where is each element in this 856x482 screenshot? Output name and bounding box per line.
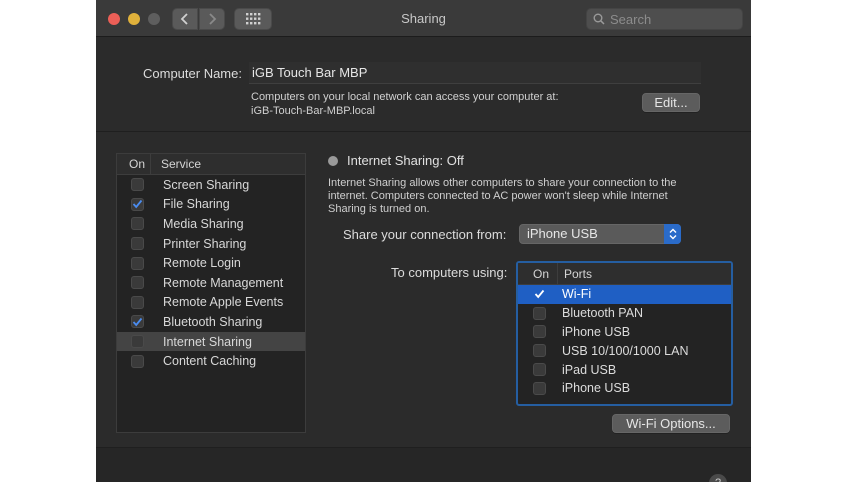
service-checkbox[interactable]: [131, 276, 144, 290]
service-row[interactable]: Screen Sharing: [117, 175, 305, 195]
service-label: Bluetooth Sharing: [163, 314, 263, 329]
internet-sharing-status: Internet Sharing: Off: [347, 153, 464, 168]
service-checkbox[interactable]: [131, 237, 144, 251]
checkmark-icon: [534, 290, 545, 299]
edit-button[interactable]: Edit...: [642, 93, 700, 112]
service-label: Screen Sharing: [163, 177, 250, 192]
search-icon: [593, 13, 605, 25]
service-checkbox[interactable]: [131, 295, 144, 309]
service-label: Media Sharing: [163, 216, 244, 231]
service-checkbox[interactable]: [131, 256, 144, 270]
port-label: iPad USB: [562, 362, 617, 377]
column-header-ports[interactable]: Ports: [558, 263, 592, 284]
port-checkbox[interactable]: [533, 325, 546, 339]
service-label: File Sharing: [163, 197, 230, 212]
service-row[interactable]: Media Sharing: [117, 214, 305, 234]
port-checkbox[interactable]: [533, 381, 546, 395]
service-label: Remote Login: [163, 256, 241, 271]
ports-list-header: On Ports: [518, 263, 731, 285]
service-list: On Service Screen Sharing File Sharing Med…: [116, 153, 306, 433]
status-indicator-icon: [328, 156, 338, 166]
description-line2: internet. Computers connected to AC powe…: [328, 190, 668, 202]
updown-arrows-icon: [664, 224, 681, 244]
service-row[interactable]: Bluetooth Sharing: [117, 312, 305, 332]
port-rows: Wi-Fi Bluetooth PAN iPhone USB USB 10/100/1…: [518, 285, 731, 398]
service-label: Remote Management: [163, 275, 284, 290]
service-checkbox[interactable]: [131, 197, 144, 211]
service-checkbox[interactable]: [131, 354, 144, 368]
port-row[interactable]: Wi-Fi: [518, 285, 731, 304]
port-row[interactable]: Bluetooth PAN: [518, 304, 731, 323]
service-row[interactable]: Printer Sharing: [117, 234, 305, 254]
description-line1: Internet Sharing allows other computers …: [328, 177, 677, 189]
network-address-note-line1: Computers on your local network can acce…: [251, 91, 559, 103]
service-row[interactable]: Remote Apple Events: [117, 293, 305, 313]
service-checkbox[interactable]: [131, 178, 144, 192]
preferences-window: Sharing Computer Name: Computers on your…: [96, 0, 751, 482]
service-rows: Screen Sharing File Sharing Media Sharing P…: [117, 175, 305, 371]
checkmark-icon: [132, 200, 143, 209]
port-row[interactable]: iPad USB: [518, 360, 731, 379]
column-header-on[interactable]: On: [117, 154, 151, 174]
share-from-popup[interactable]: iPhone USB: [519, 224, 681, 244]
service-checkbox[interactable]: [131, 217, 144, 231]
network-address-note: Computers on your local network can acce…: [251, 90, 559, 118]
service-row[interactable]: Internet Sharing: [117, 331, 305, 352]
port-row[interactable]: iPhone USB: [518, 323, 731, 342]
bottom-bar: [96, 448, 751, 482]
port-checkbox[interactable]: [533, 344, 546, 358]
port-label: USB 10/100/1000 LAN: [562, 343, 689, 358]
column-header-service[interactable]: Service: [151, 154, 201, 174]
local-hostname: iGB-Touch-Bar-MBP.local: [251, 105, 375, 117]
service-row[interactable]: Remote Login: [117, 253, 305, 273]
description-line3: Sharing is turned on.: [328, 203, 430, 215]
share-from-label: Share your connection from:: [343, 227, 507, 242]
port-checkbox[interactable]: [533, 287, 546, 301]
checkmark-icon: [132, 317, 143, 327]
service-label: Internet Sharing: [163, 334, 252, 349]
service-label: Printer Sharing: [163, 236, 247, 251]
service-row[interactable]: Remote Management: [117, 273, 305, 293]
service-list-header: On Service: [117, 154, 305, 175]
port-row[interactable]: USB 10/100/1000 LAN: [518, 341, 731, 360]
column-header-on[interactable]: On: [518, 263, 558, 284]
search-field[interactable]: [586, 8, 743, 30]
port-label: Bluetooth PAN: [562, 306, 644, 321]
internet-sharing-description: Internet Sharing allows other computers …: [328, 177, 708, 216]
service-row[interactable]: Content Caching: [117, 351, 305, 371]
port-checkbox[interactable]: [533, 306, 546, 320]
port-label: Wi-Fi: [562, 287, 592, 302]
service-label: Remote Apple Events: [163, 295, 284, 310]
share-from-value: iPhone USB: [527, 226, 598, 241]
service-checkbox[interactable]: [131, 315, 144, 329]
wifi-options-button[interactable]: Wi-Fi Options...: [612, 414, 730, 433]
service-checkbox[interactable]: [131, 335, 144, 349]
divider: [96, 131, 751, 132]
title-bar: Sharing: [96, 0, 751, 37]
ports-list: On Ports Wi-Fi Bluetooth PAN iPhone USB USB…: [516, 261, 733, 406]
computer-name-field[interactable]: [249, 62, 701, 84]
search-input[interactable]: [610, 11, 730, 27]
port-row[interactable]: iPhone USB: [518, 379, 731, 398]
port-label: iPhone USB: [562, 324, 631, 339]
to-computers-label: To computers using:: [391, 265, 508, 280]
port-checkbox[interactable]: [533, 363, 546, 377]
service-row[interactable]: File Sharing: [117, 195, 305, 215]
service-label: Content Caching: [163, 354, 257, 369]
port-label: iPhone USB: [562, 381, 631, 396]
computer-name-label: Computer Name:: [143, 66, 242, 81]
